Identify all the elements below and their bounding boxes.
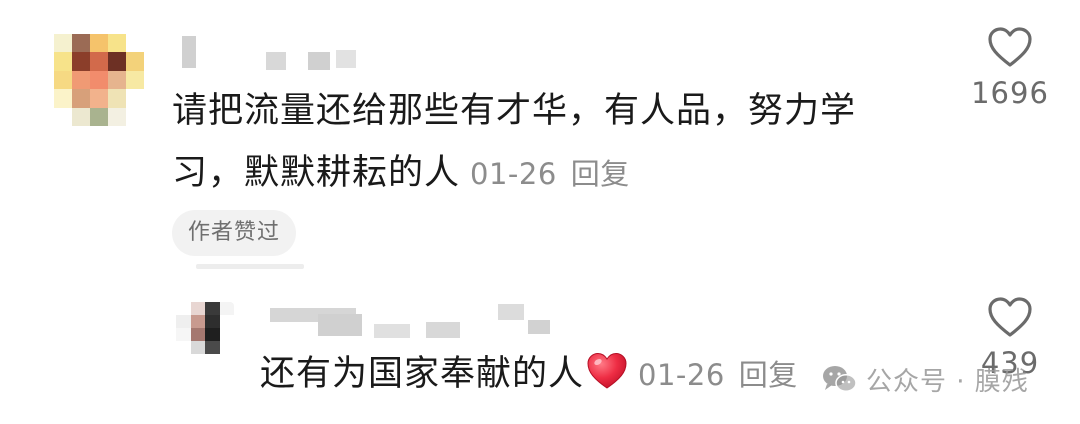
reply-avatar[interactable] xyxy=(176,302,234,354)
reply-button[interactable]: 回复 xyxy=(571,157,630,191)
divider xyxy=(196,264,304,269)
heart-outline-icon[interactable] xyxy=(987,296,1033,338)
reply-date: 01-26 xyxy=(638,358,725,392)
red-heart-emoji xyxy=(587,352,627,389)
username-blurred[interactable] xyxy=(172,32,362,72)
avatar[interactable] xyxy=(54,34,144,126)
heart-outline-icon[interactable] xyxy=(987,26,1033,68)
reply-reply-button[interactable]: 回复 xyxy=(739,358,798,392)
reply-body: 还有为国家奉献的人 01-26 回复 xyxy=(260,346,798,403)
wechat-icon xyxy=(823,366,857,392)
author-liked-badge: 作者赞过 xyxy=(172,210,297,256)
comment-body: 请把流量还给那些有才华，有人品，努力学习，默默耕耘的人 01-26 回复 xyxy=(172,80,902,205)
watermark: 公众号 · 膜残 xyxy=(822,356,1029,402)
reply-text: 还有为国家奉献的人 xyxy=(260,354,585,394)
reply-username-blurred[interactable] xyxy=(266,300,566,340)
comment-thread: 请把流量还给那些有才华，有人品，努力学习，默默耕耘的人 01-26 回复 作者赞过 … xyxy=(0,0,1080,424)
watermark-text: 公众号 · 膜残 xyxy=(866,366,1029,397)
like-button[interactable]: 1696 xyxy=(960,26,1060,110)
like-count: 1696 xyxy=(971,76,1049,110)
comment-date: 01-26 xyxy=(470,157,557,191)
